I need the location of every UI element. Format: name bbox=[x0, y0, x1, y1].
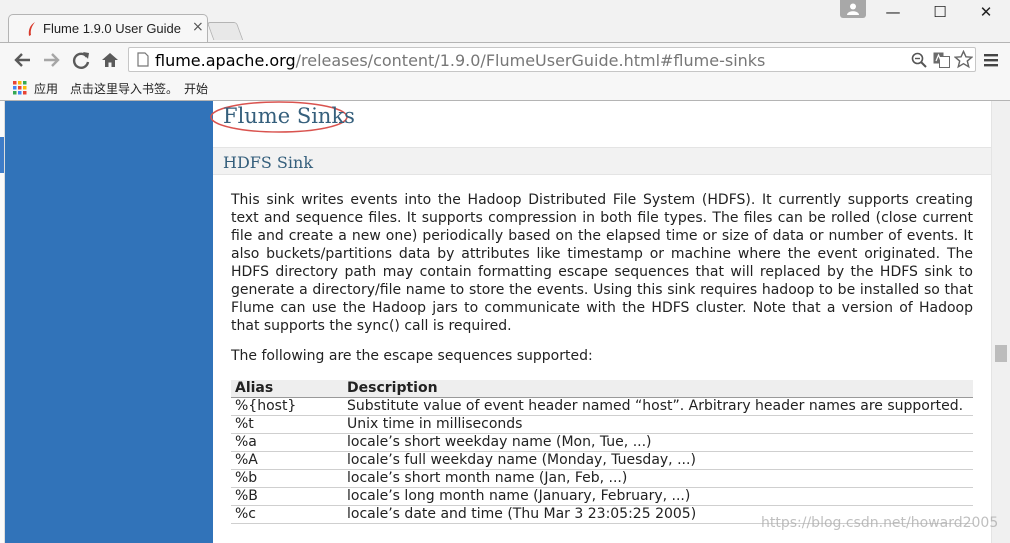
browser-chrome: Flume 1.9.0 User Guide × — ☐ ✕ flume.apa… bbox=[0, 0, 1010, 101]
description-cell: locale’s long month name (January, Febru… bbox=[343, 487, 973, 506]
main-content: Flume Sinks HDFS Sink This sink writes e… bbox=[210, 101, 991, 543]
alias-column-header: Alias bbox=[231, 380, 343, 398]
profile-button[interactable] bbox=[840, 0, 866, 18]
apps-grid-icon[interactable] bbox=[13, 81, 27, 95]
tab-close-icon[interactable]: × bbox=[192, 19, 204, 35]
vertical-scrollbar[interactable] bbox=[991, 101, 1010, 543]
table-header-row: Alias Description bbox=[231, 380, 973, 398]
description-column-header: Description bbox=[343, 380, 973, 398]
scrollbar-thumb[interactable] bbox=[995, 345, 1007, 362]
table-row: %{host} Substitute value of event header… bbox=[231, 397, 973, 416]
home-icon[interactable] bbox=[99, 50, 121, 70]
left-edge-marker bbox=[0, 137, 4, 173]
alias-cell: %{host} bbox=[231, 397, 343, 416]
escape-sequence-table: Alias Description %{host} Substitute val… bbox=[231, 380, 973, 524]
page-viewport: Flume Sinks HDFS Sink This sink writes e… bbox=[0, 101, 1010, 543]
alias-cell: %A bbox=[231, 451, 343, 470]
new-tab-button[interactable] bbox=[206, 22, 244, 40]
description-cell: Substitute value of event header named “… bbox=[343, 397, 973, 416]
alias-cell: %c bbox=[231, 505, 343, 524]
bookmark-apps[interactable]: 应用 bbox=[34, 80, 58, 97]
table-row: %b locale’s short month name (Jan, Feb, … bbox=[231, 469, 973, 488]
browser-tab[interactable]: Flume 1.9.0 User Guide × bbox=[8, 14, 208, 42]
zoom-icon[interactable] bbox=[911, 52, 927, 68]
close-window-button[interactable]: ✕ bbox=[966, 2, 1006, 22]
table-row: %B locale’s long month name (January, Fe… bbox=[231, 487, 973, 506]
table-row: %t Unix time in milliseconds bbox=[231, 415, 973, 434]
translate-icon[interactable] bbox=[933, 52, 950, 68]
alias-cell: %b bbox=[231, 469, 343, 488]
bookmark-start[interactable]: 开始 bbox=[184, 80, 208, 97]
description-cell: locale’s short month name (Jan, Feb, ...… bbox=[343, 469, 973, 488]
flume-feather-icon bbox=[28, 22, 35, 36]
reload-icon[interactable] bbox=[71, 50, 93, 70]
description-cell: locale’s full weekday name (Monday, Tues… bbox=[343, 451, 973, 470]
browser-toolbar: flume.apache.org/releases/content/1.9.0/… bbox=[0, 42, 1010, 76]
bookmark-star-icon[interactable] bbox=[954, 50, 973, 69]
hdfs-sink-description: This sink writes events into the Hadoop … bbox=[231, 192, 973, 334]
minimize-window-button[interactable]: — bbox=[873, 2, 913, 22]
table-row: %A locale’s full weekday name (Monday, T… bbox=[231, 451, 973, 470]
tab-title: Flume 1.9.0 User Guide bbox=[43, 21, 182, 36]
subsection-title[interactable]: HDFS Sink bbox=[223, 153, 313, 172]
watermark: https://blog.csdn.net/howard2005 bbox=[761, 515, 999, 531]
menu-icon[interactable] bbox=[984, 54, 998, 67]
user-icon bbox=[847, 3, 859, 15]
alias-cell: %t bbox=[231, 415, 343, 434]
forward-arrow-icon[interactable] bbox=[41, 50, 63, 70]
page-icon bbox=[137, 52, 149, 67]
bookmark-import-link[interactable]: 点击这里导入书签。 bbox=[70, 80, 178, 97]
url-text: flume.apache.org/releases/content/1.9.0/… bbox=[155, 51, 766, 70]
alias-cell: %B bbox=[231, 487, 343, 506]
table-row: %a locale’s short weekday name (Mon, Tue… bbox=[231, 433, 973, 452]
address-bar[interactable]: flume.apache.org/releases/content/1.9.0/… bbox=[128, 47, 976, 72]
alias-cell: %a bbox=[231, 433, 343, 452]
description-cell: locale’s short weekday name (Mon, Tue, .… bbox=[343, 433, 973, 452]
section-title[interactable]: Flume Sinks bbox=[223, 104, 355, 128]
sidebar bbox=[5, 101, 213, 543]
description-cell: Unix time in milliseconds bbox=[343, 415, 973, 434]
escape-sequences-intro: The following are the escape sequences s… bbox=[231, 348, 593, 364]
bookmarks-bar: 应用 点击这里导入书签。 开始 bbox=[0, 76, 1010, 101]
maximize-window-button[interactable]: ☐ bbox=[920, 2, 960, 22]
back-arrow-icon[interactable] bbox=[11, 50, 33, 70]
subsection-header-band: HDFS Sink bbox=[213, 147, 991, 175]
